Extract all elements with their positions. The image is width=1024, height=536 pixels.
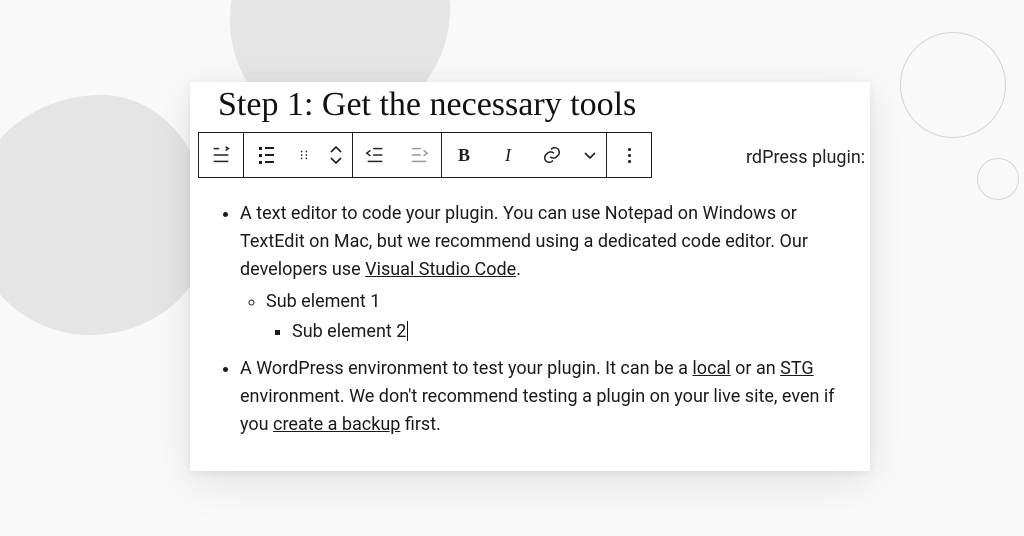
list-item[interactable]: Sub element 2 <box>292 318 842 346</box>
chevron-up-down-icon <box>329 145 343 165</box>
text-caret <box>407 321 408 341</box>
sub-list-1[interactable]: Sub element 1 Sub element 2 <box>240 288 842 346</box>
link-button[interactable] <box>530 133 574 177</box>
options-button[interactable] <box>607 133 651 177</box>
top-list[interactable]: A text editor to code your plugin. You c… <box>218 200 842 439</box>
list-text: Sub element 1 <box>266 291 380 312</box>
chevron-down-icon <box>583 150 597 160</box>
heading-step-1[interactable]: Step 1: Get the necessary tools <box>190 82 870 128</box>
move-up-down-button[interactable] <box>320 133 352 177</box>
indent-button[interactable] <box>397 133 441 177</box>
list-item[interactable]: A text editor to code your plugin. You c… <box>240 200 842 345</box>
list-item[interactable]: Sub element 1 Sub element 2 <box>266 288 842 346</box>
sub-list-2[interactable]: Sub element 2 <box>266 318 842 346</box>
list-text: first. <box>400 414 440 435</box>
list-text: A text editor to code your plugin. You c… <box>240 203 808 280</box>
drag-handle-button[interactable] <box>288 133 320 177</box>
link-stg[interactable]: STG <box>780 358 813 379</box>
italic-icon: I <box>505 145 511 166</box>
bg-circle <box>977 158 1019 200</box>
link-local[interactable]: local <box>692 358 730 379</box>
list-text: A WordPress environment to test your plu… <box>240 358 692 379</box>
list-icon <box>210 144 232 166</box>
unordered-list-button[interactable] <box>244 133 288 177</box>
more-rich-text-button[interactable] <box>574 133 606 177</box>
link-create-backup[interactable]: create a backup <box>273 414 400 435</box>
list-text: . <box>516 259 521 280</box>
bullets-icon <box>259 147 274 164</box>
bold-icon: B <box>458 145 470 166</box>
bg-blob <box>0 95 210 335</box>
link-icon <box>541 144 563 166</box>
link-visual-studio-code[interactable]: Visual Studio Code <box>365 259 516 280</box>
bold-button[interactable]: B <box>442 133 486 177</box>
block-toolbar: B I <box>198 132 652 178</box>
obscured-paragraph-tail: rdPress plugin: <box>746 147 865 168</box>
indent-icon <box>408 144 430 166</box>
editor-panel: Step 1: Get the necessary tools <box>190 82 870 471</box>
outdent-icon <box>364 144 386 166</box>
outdent-button[interactable] <box>353 133 397 177</box>
drag-handle-icon <box>297 146 311 164</box>
list-block-type-button[interactable] <box>199 133 243 177</box>
kebab-icon <box>628 148 631 163</box>
list-text: Sub element 2 <box>292 321 406 342</box>
editor-content[interactable]: A text editor to code your plugin. You c… <box>190 128 870 471</box>
list-text: or an <box>731 358 781 379</box>
bg-circle <box>900 32 1006 138</box>
list-item[interactable]: A WordPress environment to test your plu… <box>240 355 842 439</box>
italic-button[interactable]: I <box>486 133 530 177</box>
